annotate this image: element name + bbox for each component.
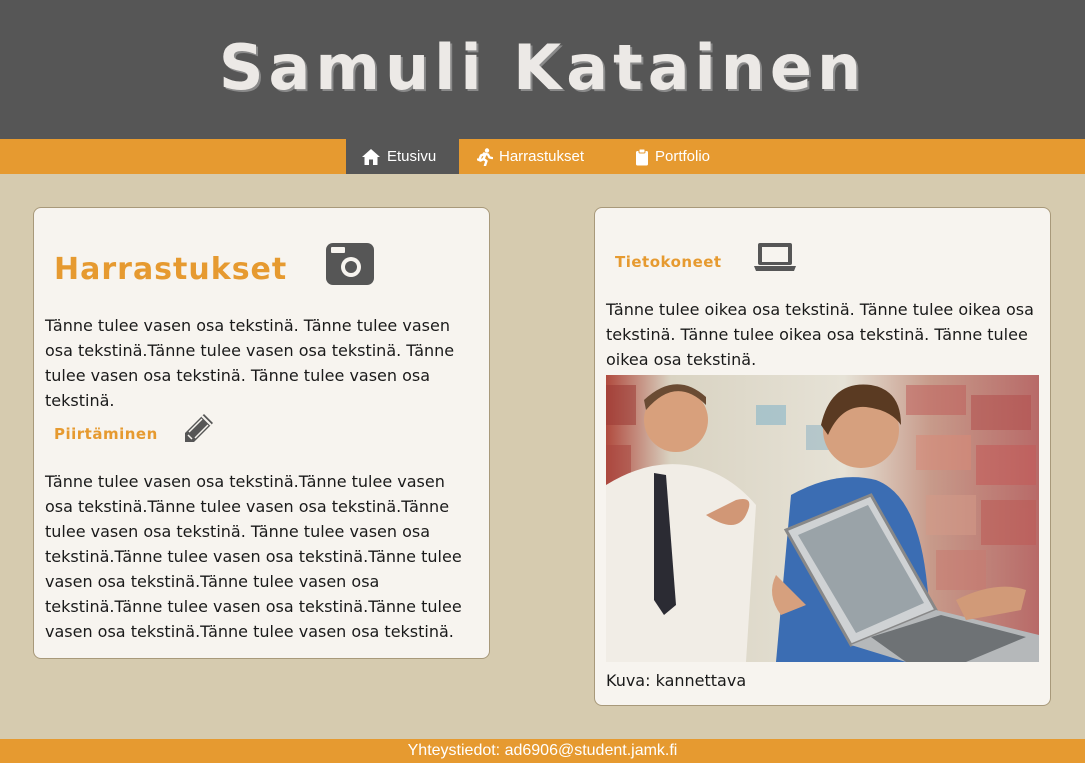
nav-item-harrastukset[interactable]: Harrastukset bbox=[477, 139, 617, 174]
site-title: Samuli Katainen bbox=[218, 31, 867, 104]
nav-item-portfolio[interactable]: Portfolio bbox=[635, 139, 745, 174]
contact-info: Yhteystiedot: ad6906@student.jamk.fi bbox=[407, 742, 678, 759]
camera-icon bbox=[326, 243, 374, 285]
site-footer: Yhteystiedot: ad6906@student.jamk.fi bbox=[0, 739, 1085, 763]
home-icon bbox=[362, 148, 380, 165]
laptop-photo bbox=[606, 375, 1039, 662]
computers-text: Tänne tulee oikea osa tekstinä. Tänne tu… bbox=[606, 300, 1034, 369]
hobbies-text: Tänne tulee vasen osa tekstinä. Tänne tu… bbox=[45, 316, 455, 410]
photo-caption: Kuva: kannettava bbox=[606, 671, 747, 690]
site-header: Samuli Katainen bbox=[0, 0, 1085, 139]
nav-item-label: Portfolio bbox=[655, 148, 711, 165]
hobbies-card: Harrastukset Tänne tulee vasen osa tekst… bbox=[33, 207, 490, 659]
nav-item-label: Harrastukset bbox=[499, 148, 585, 165]
pencil-icon bbox=[185, 414, 213, 442]
running-icon bbox=[477, 147, 493, 166]
nav-item-label: Etusivu bbox=[387, 148, 437, 165]
computers-heading: Tietokoneet bbox=[615, 253, 722, 271]
nav-item-etusivu[interactable]: Etusivu bbox=[346, 139, 459, 174]
main-nav: Etusivu Harrastukset Portfolio bbox=[0, 139, 1085, 174]
drawing-text: Tänne tulee vasen osa tekstinä.Tänne tul… bbox=[45, 472, 462, 641]
clipboard-icon bbox=[636, 148, 648, 165]
laptop-icon bbox=[754, 243, 796, 271]
hobbies-heading: Harrastukset bbox=[54, 252, 288, 287]
drawing-heading: Piirtäminen bbox=[54, 425, 158, 443]
computers-card: Tietokoneet Tänne tulee oikea osa teksti… bbox=[594, 207, 1051, 706]
